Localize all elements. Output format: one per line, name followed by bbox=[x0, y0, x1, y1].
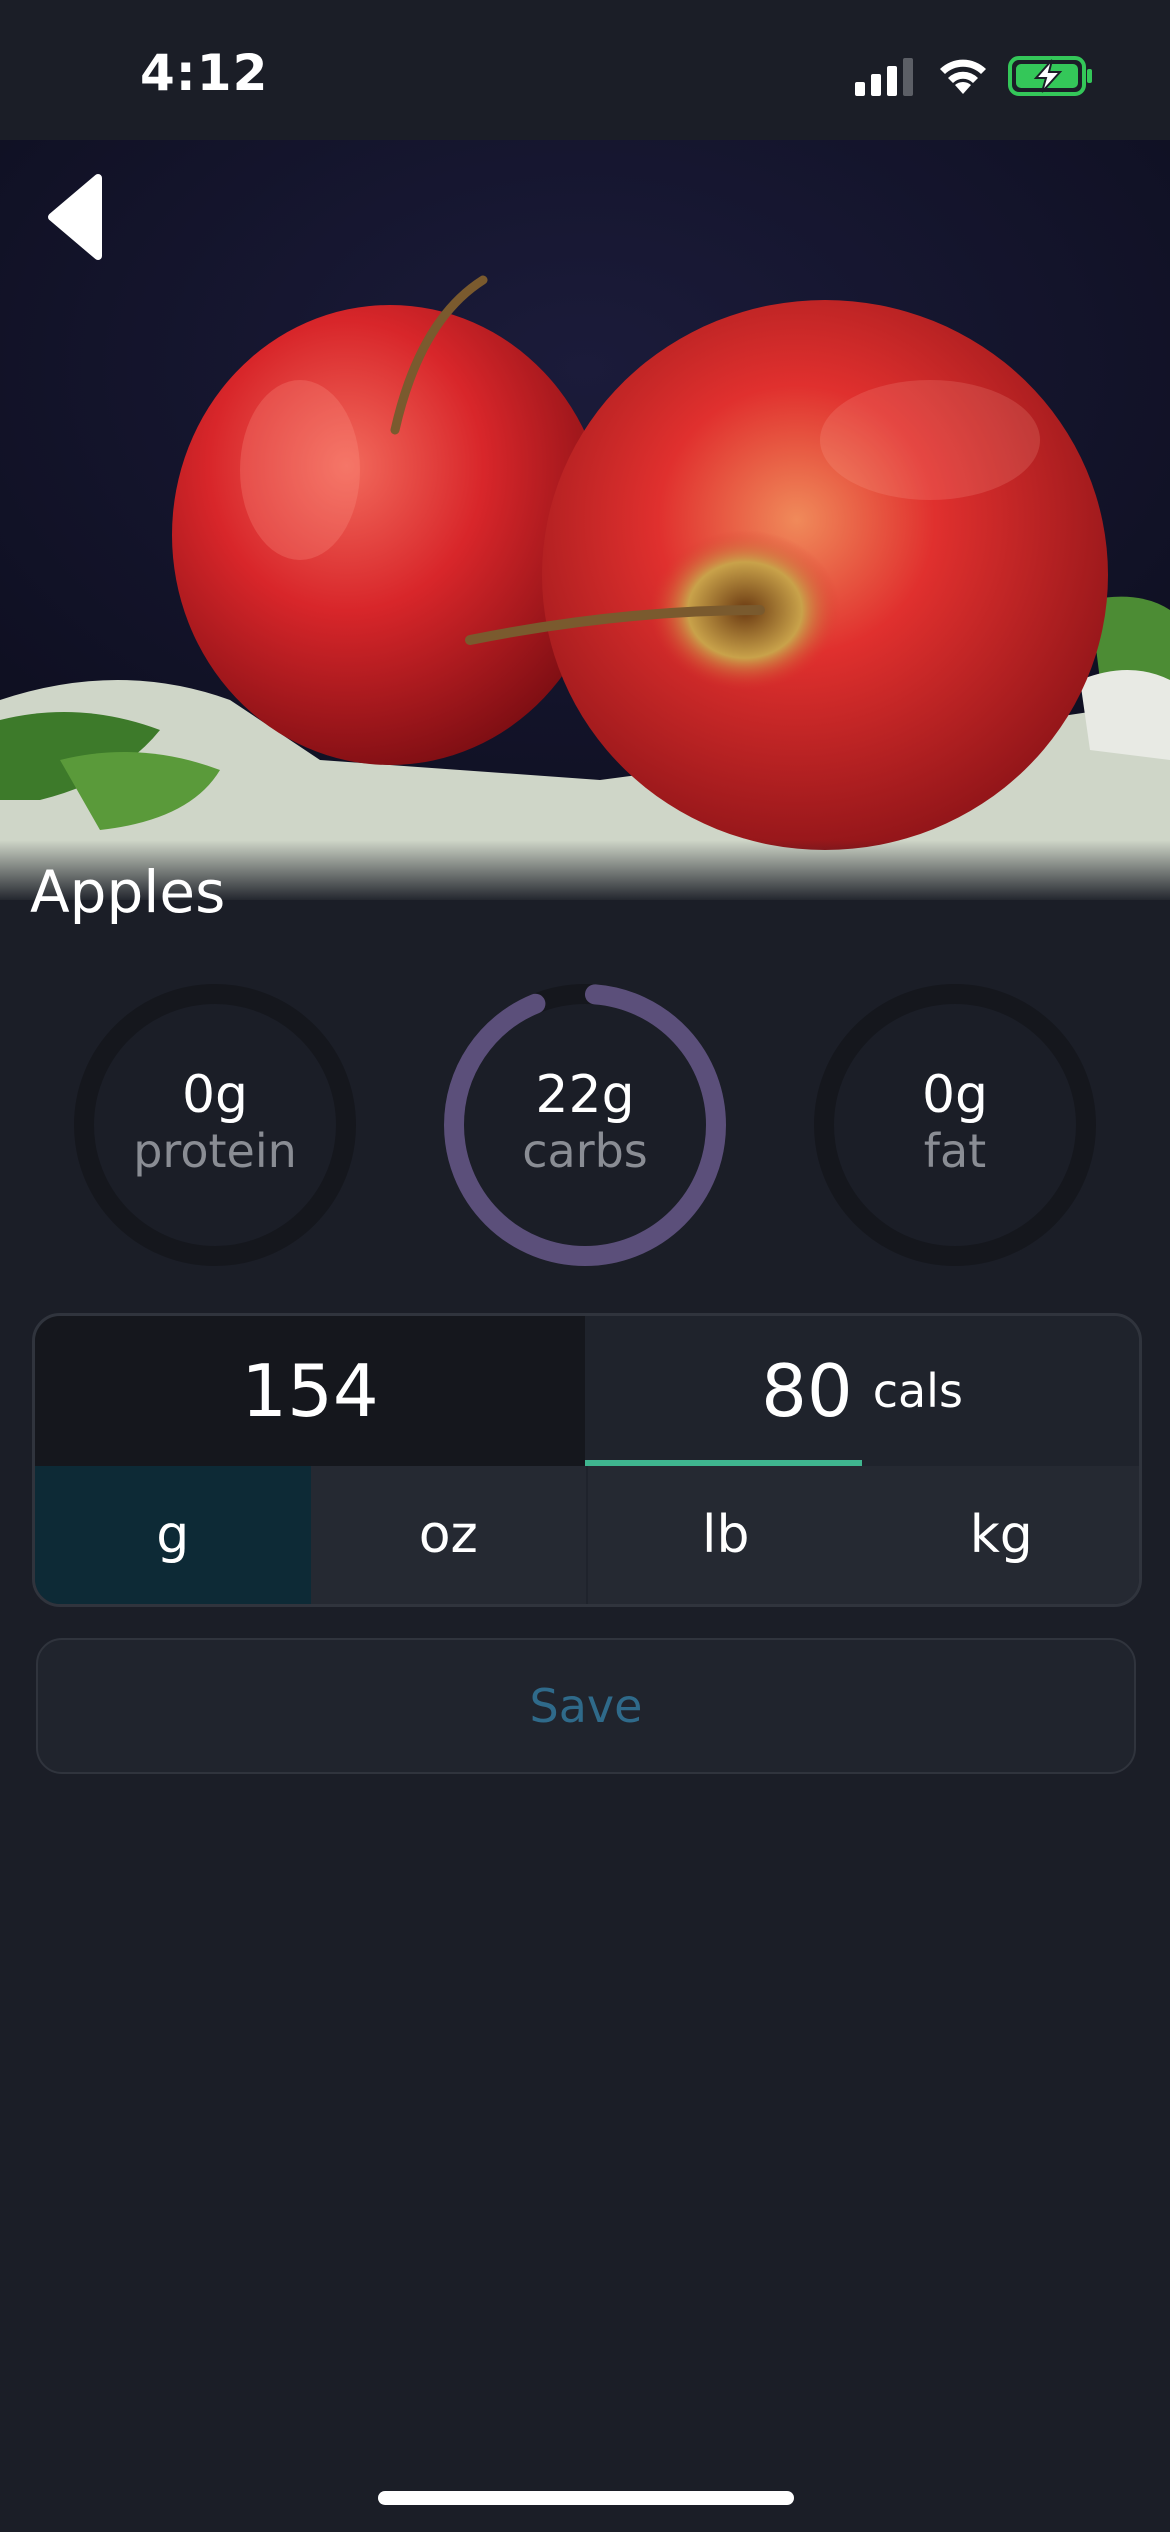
wifi-icon bbox=[940, 59, 986, 94]
save-button[interactable]: Save bbox=[36, 1638, 1136, 1774]
fat-value: 0g bbox=[921, 1065, 989, 1125]
protein-label: protein bbox=[133, 1124, 297, 1178]
unit-selector: g oz lb kg bbox=[35, 1466, 1139, 1604]
cellular-signal-icon bbox=[855, 58, 913, 96]
carbs-label: carbs bbox=[522, 1124, 648, 1178]
food-title: Apples bbox=[30, 858, 226, 926]
unit-tab-g[interactable]: g bbox=[35, 1466, 311, 1604]
food-image bbox=[0, 140, 1170, 900]
home-indicator[interactable] bbox=[378, 2491, 794, 2505]
fat-label: fat bbox=[923, 1124, 987, 1178]
protein-ring: 0g protein bbox=[70, 980, 360, 1270]
unit-tab-lb[interactable]: lb bbox=[586, 1466, 864, 1604]
status-bar: 4:12 bbox=[0, 0, 1170, 140]
quantity-card: 154 80 cals g oz lb kg bbox=[32, 1313, 1142, 1607]
carbs-value: 22g bbox=[535, 1065, 635, 1125]
amount-input[interactable]: 154 bbox=[35, 1316, 585, 1466]
calories-unit: cals bbox=[872, 1364, 963, 1418]
unit-tab-kg[interactable]: kg bbox=[863, 1466, 1139, 1604]
calories-display: 80 cals bbox=[585, 1316, 1139, 1466]
unit-tab-oz[interactable]: oz bbox=[310, 1466, 586, 1604]
apples-photo bbox=[0, 140, 1170, 900]
protein-value: 0g bbox=[181, 1065, 249, 1125]
fat-ring: 0g fat bbox=[810, 980, 1100, 1270]
food-detail-screen: 4:12 Apples 0g protein 22g carbs 0g fat … bbox=[0, 0, 1170, 2532]
battery-charging-icon bbox=[1008, 56, 1092, 96]
carbs-ring: 22g carbs bbox=[440, 980, 730, 1270]
back-arrow-icon bbox=[48, 174, 102, 260]
status-time: 4:12 bbox=[140, 44, 269, 102]
calories-value: 80 bbox=[761, 1349, 853, 1433]
back-button[interactable] bbox=[42, 172, 112, 262]
